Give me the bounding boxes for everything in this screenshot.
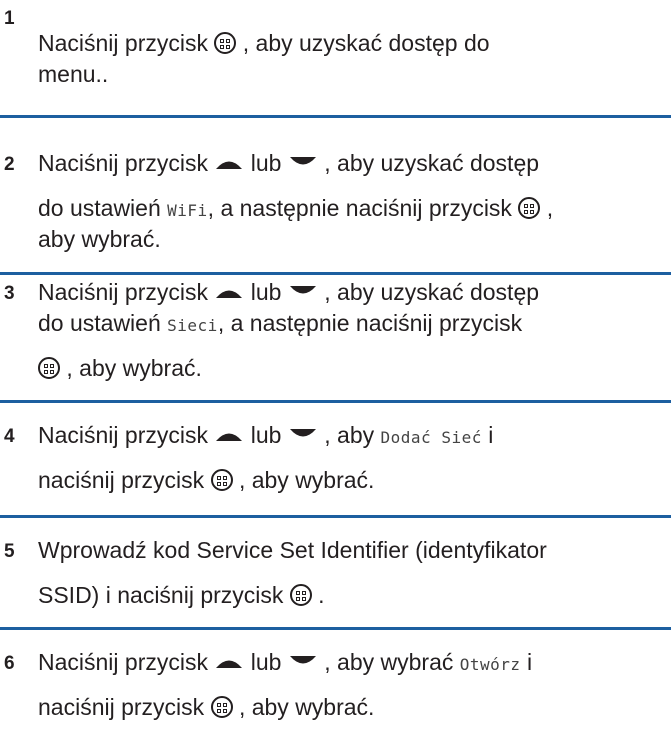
step-text-line: menu.. <box>38 61 109 87</box>
menu-ok-button-icon <box>210 469 233 491</box>
step-text-line: Naciśnij przycisk lub , aby uzyskać dost… <box>38 150 540 176</box>
menu-option-text: Dodać Sieć <box>380 428 482 447</box>
step-number: 6 <box>4 653 15 674</box>
step-text-line: Naciśnij przycisk lub , aby wybrać Otwór… <box>38 649 533 675</box>
step-text-line: , aby wybrać. <box>38 355 202 382</box>
menu-ok-button-icon <box>38 357 60 379</box>
step-text-line: SSID) i naciśnij przycisk . <box>38 582 325 608</box>
up-arrow-icon <box>216 660 243 668</box>
menu-option-text: Sieci <box>167 316 218 335</box>
step-text-line: naciśnij przycisk , aby wybrać. <box>38 467 375 493</box>
step-number: 5 <box>4 541 15 562</box>
down-arrow-icon <box>289 429 316 437</box>
step-separator <box>0 400 671 403</box>
step-number: 2 <box>4 154 15 175</box>
step-separator <box>0 515 671 518</box>
step-text-line: Naciśnij przycisk lub , aby Dodać Sieć i <box>38 422 494 448</box>
step-text-line: naciśnij przycisk , aby wybrać. <box>38 694 375 720</box>
step-text-line: Naciśnij przycisk lub , aby uzyskać dost… <box>38 279 540 305</box>
down-arrow-icon <box>289 656 316 664</box>
step-text-line: do ustawień WiFi, a następnie naciśnij p… <box>38 195 554 221</box>
step-separator <box>0 115 671 118</box>
step-separator <box>0 272 671 275</box>
up-arrow-icon <box>216 433 243 441</box>
up-arrow-icon <box>216 161 243 169</box>
step-text-line: Wprowadź kod Service Set Identifier (ide… <box>38 537 547 563</box>
menu-ok-button-icon <box>518 197 541 219</box>
menu-option-text: WiFi <box>167 201 208 220</box>
step-text-line: Naciśnij przycisk , aby uzyskać dostęp d… <box>38 30 490 56</box>
down-arrow-icon <box>289 157 316 165</box>
menu-option-text: Otwórz <box>459 655 521 674</box>
step-number: 3 <box>4 283 15 304</box>
step-separator <box>0 627 671 630</box>
step-text-line: do ustawień Sieci, a następnie naciśnij … <box>38 310 523 336</box>
up-arrow-icon <box>216 290 243 298</box>
step-number: 1 <box>4 8 15 29</box>
menu-ok-button-icon <box>210 696 233 718</box>
menu-ok-button-icon <box>289 584 312 606</box>
step-number: 4 <box>4 426 15 447</box>
menu-ok-button-icon <box>214 32 237 54</box>
down-arrow-icon <box>289 286 316 294</box>
step-text-line: aby wybrać. <box>38 226 161 252</box>
